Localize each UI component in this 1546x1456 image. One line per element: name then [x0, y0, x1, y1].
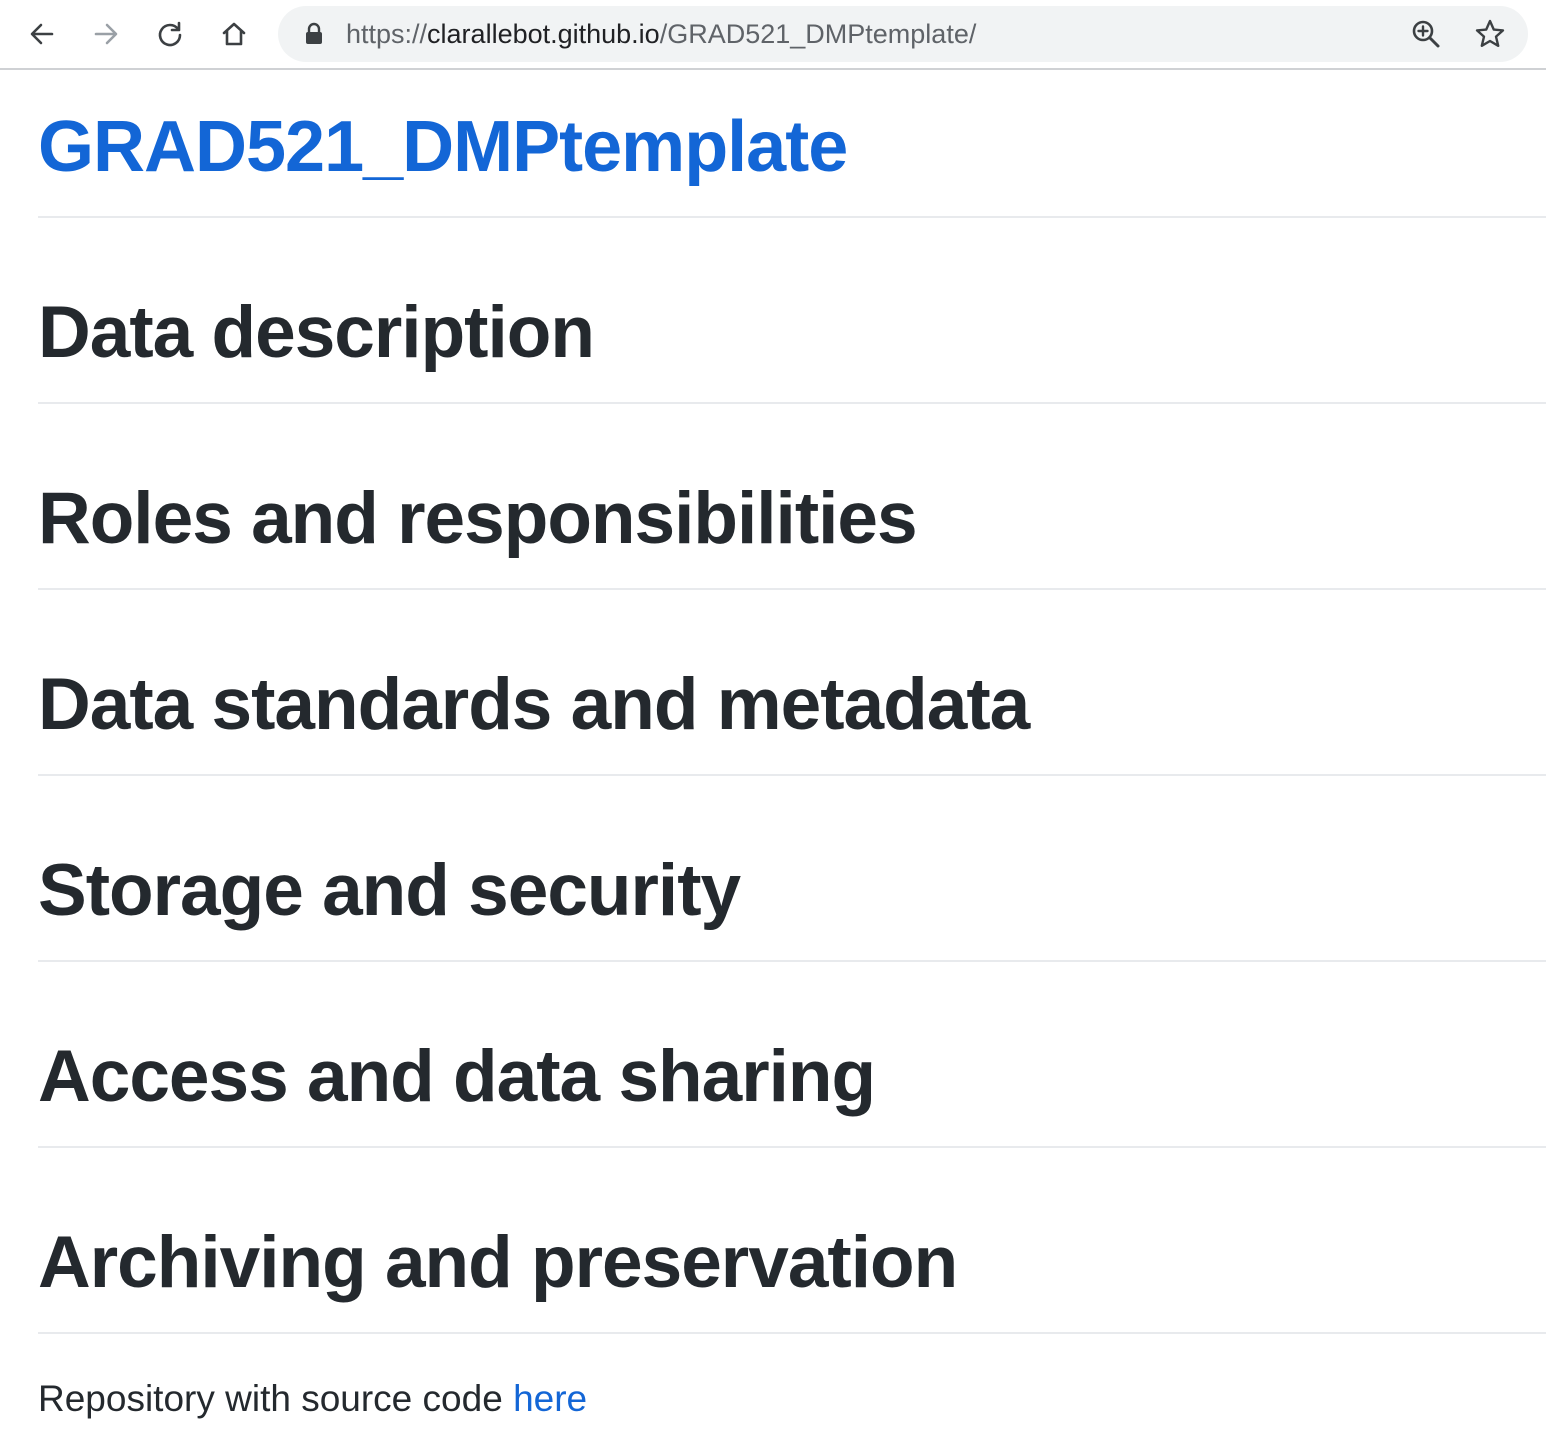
section-heading: Data description — [38, 292, 595, 373]
url-text[interactable]: https://clarallebot.github.io/GRAD521_DM… — [346, 6, 976, 62]
forward-button[interactable] — [84, 12, 128, 56]
section-heading: Archiving and preservation — [38, 1222, 958, 1303]
section-archiving-preservation: Archiving and preservation — [38, 1148, 1546, 1334]
section-roles-responsibilities: Roles and responsibilities — [38, 404, 1546, 590]
footer-label: Repository with source code — [38, 1378, 514, 1419]
reload-icon — [158, 21, 182, 47]
lock-icon — [306, 22, 322, 44]
address-bar[interactable]: https://clarallebot.github.io/GRAD521_DM… — [278, 6, 1528, 62]
bookmark-star-icon — [1475, 19, 1505, 47]
section-heading: Data standards and metadata — [38, 664, 1030, 745]
url-host: clarallebot.github.io — [427, 19, 660, 49]
footer-text: Repository with source code here — [38, 1378, 1546, 1420]
home-icon — [222, 22, 246, 46]
url-scheme: https:// — [346, 19, 428, 49]
reload-button[interactable] — [148, 12, 192, 56]
section-data-standards-metadata: Data standards and metadata — [38, 590, 1546, 776]
bookmark-button[interactable] — [1470, 14, 1510, 54]
home-button[interactable] — [212, 12, 256, 56]
section-heading: Roles and responsibilities — [38, 478, 918, 559]
section-access-data-sharing: Access and data sharing — [38, 962, 1546, 1148]
back-button[interactable] — [20, 12, 64, 56]
section-heading: Storage and security — [38, 850, 741, 931]
repository-link[interactable]: here — [513, 1378, 587, 1419]
section-data-description: Data description — [38, 218, 1546, 404]
forward-arrow-icon — [94, 23, 118, 45]
page-title[interactable]: GRAD521_DMPtemplate — [38, 72, 1546, 218]
section-storage-security: Storage and security — [38, 776, 1546, 962]
section-heading: Access and data sharing — [38, 1036, 876, 1117]
zoom-icon — [1412, 20, 1440, 48]
zoom-button[interactable] — [1406, 14, 1446, 54]
url-path: /GRAD521_DMPtemplate/ — [659, 19, 977, 49]
back-arrow-icon — [30, 23, 54, 45]
page-content: GRAD521_DMPtemplate Data description Rol… — [38, 72, 1546, 1420]
browser-toolbar: https://clarallebot.github.io/GRAD521_DM… — [0, 0, 1546, 70]
